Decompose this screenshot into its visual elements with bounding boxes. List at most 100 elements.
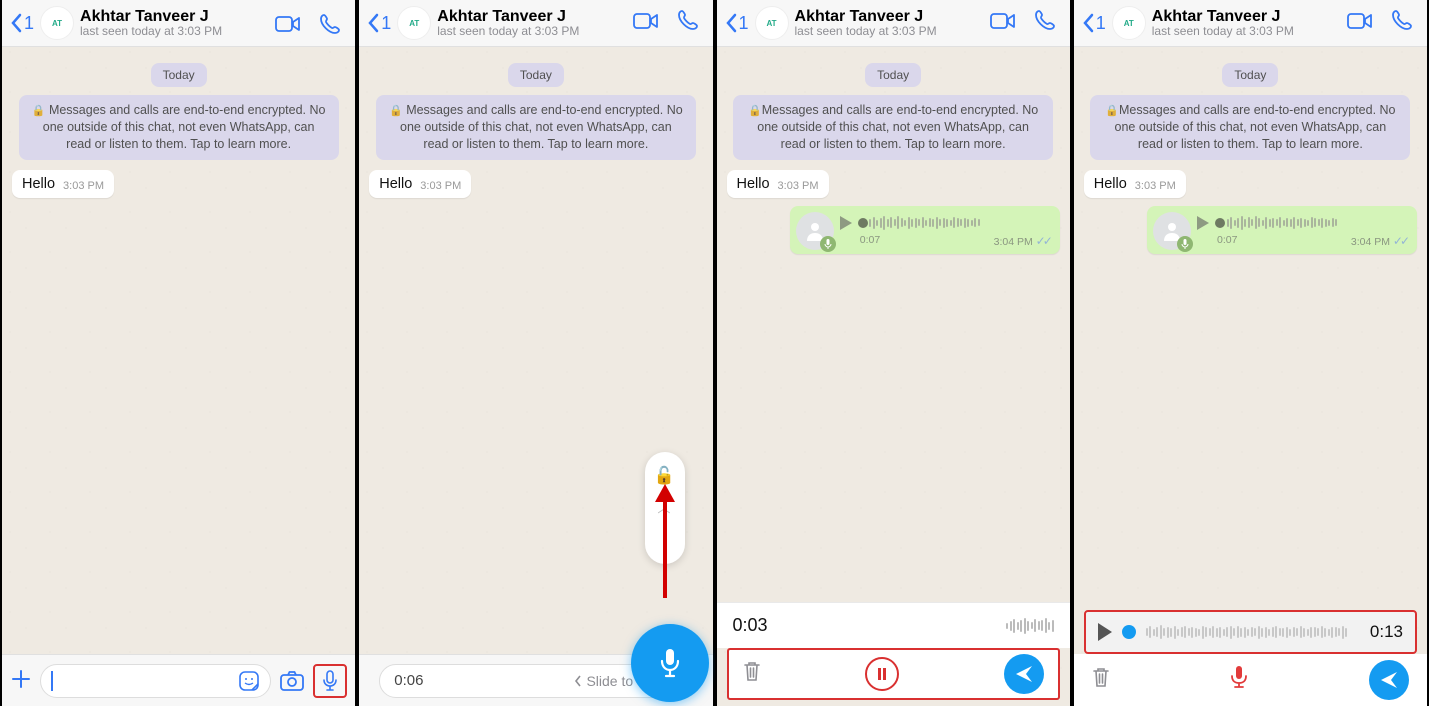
lock-icon: 🔒 — [32, 105, 46, 117]
contact-info[interactable]: Akhtar Tanveer J last seen today at 3:03… — [437, 8, 620, 39]
input-bar — [2, 654, 355, 706]
delete-button[interactable] — [743, 660, 761, 688]
date-pill: Today — [508, 63, 564, 87]
delivered-checks-icon: ✓✓ — [1393, 234, 1407, 248]
text-cursor — [51, 671, 53, 691]
chat-header: 1 AT Akhtar Tanveer Jlast seen today at … — [1074, 0, 1427, 47]
video-call-button[interactable] — [984, 10, 1022, 36]
live-waveform — [1006, 618, 1054, 634]
chat-header: 1 AT Akhtar Tanveer J last seen today at… — [359, 0, 712, 47]
contact-info[interactable]: Akhtar Tanveer J last seen today at 3:03… — [80, 8, 263, 39]
tutorial-arrow — [651, 480, 679, 600]
contact-avatar[interactable]: AT — [397, 6, 431, 40]
recording-bar: 0:06 Slide to cancel — [359, 654, 712, 706]
mic-badge-icon — [1177, 236, 1193, 252]
trash-icon — [1092, 666, 1110, 688]
lock-icon: 🔒 — [748, 105, 762, 117]
voice-call-button[interactable] — [671, 9, 705, 37]
mic-button-highlighted[interactable] — [313, 664, 347, 698]
outgoing-voice-message[interactable]: 0:07 3:04 PM ✓✓ — [790, 206, 1060, 254]
video-call-button[interactable] — [269, 10, 307, 36]
contact-avatar[interactable]: AT — [40, 6, 74, 40]
chat-area[interactable]: Today 🔒 Messages and calls are end-to-en… — [2, 47, 355, 654]
voice-call-button[interactable] — [1028, 9, 1062, 37]
back-button[interactable]: 1 — [1082, 13, 1106, 34]
voice-time: 3:04 PM — [994, 236, 1033, 248]
encryption-notice[interactable]: 🔒 Messages and calls are end-to-end encr… — [19, 95, 339, 160]
contact-info[interactable]: Akhtar Tanveer Jlast seen today at 3:03 … — [1152, 8, 1335, 39]
phone-icon — [319, 13, 341, 35]
recording-time: 0:06 — [394, 672, 423, 689]
incoming-message[interactable]: Hello3:03 PM — [727, 170, 829, 198]
progress-handle[interactable] — [1122, 625, 1136, 639]
outgoing-voice-message[interactable]: 0:07 3:04 PM ✓✓ — [1147, 206, 1417, 254]
chat-area[interactable]: Today 🔒 Messages and calls are end-to-en… — [359, 47, 712, 654]
attach-button[interactable] — [10, 665, 32, 697]
sticker-icon[interactable] — [238, 670, 260, 692]
send-icon — [1379, 670, 1399, 690]
encryption-notice[interactable]: 🔒 Messages and calls are end-to-end encr… — [376, 95, 696, 160]
encryption-notice[interactable]: 🔒Messages and calls are end-to-end encry… — [733, 95, 1053, 160]
video-call-button[interactable] — [1341, 10, 1379, 36]
chevron-left-icon — [10, 13, 22, 33]
message-input[interactable] — [40, 664, 271, 698]
waveform[interactable] — [858, 214, 1052, 232]
video-icon — [633, 12, 659, 30]
chevron-left-icon — [1082, 13, 1094, 33]
back-button[interactable]: 1 — [10, 13, 34, 34]
chat-area[interactable]: Today 🔒Messages and calls are end-to-end… — [717, 47, 1070, 602]
plus-icon — [10, 668, 32, 690]
sender-avatar — [1153, 212, 1191, 250]
resume-record-button[interactable] — [1230, 665, 1248, 695]
recording-mic-button[interactable] — [631, 624, 709, 702]
recording-controls-highlighted — [727, 648, 1060, 700]
play-icon[interactable] — [840, 216, 852, 230]
voice-review-player-highlighted: 0:13 — [1084, 610, 1417, 654]
waveform[interactable] — [1215, 214, 1409, 232]
back-button[interactable]: 1 — [725, 13, 749, 34]
send-button[interactable] — [1004, 654, 1044, 694]
review-waveform[interactable] — [1146, 625, 1360, 639]
play-button[interactable] — [1098, 623, 1112, 641]
camera-icon[interactable] — [279, 670, 305, 692]
sender-avatar — [796, 212, 834, 250]
delete-button[interactable] — [1092, 666, 1110, 694]
recording-time: 0:03 — [733, 615, 768, 636]
date-pill: Today — [151, 63, 207, 87]
date-pill: Today — [1222, 63, 1278, 87]
play-icon[interactable] — [1197, 216, 1209, 230]
voice-duration: 0:07 — [860, 234, 880, 248]
chat-header: 1 AT Akhtar Tanveer J last seen today at… — [2, 0, 355, 47]
lock-icon: 🔒 — [1105, 105, 1119, 117]
chevron-left-icon — [725, 13, 737, 33]
delivered-checks-icon: ✓✓ — [1036, 234, 1050, 248]
chevron-left-icon — [367, 13, 379, 33]
video-icon — [990, 12, 1016, 30]
phone-icon — [1034, 9, 1056, 31]
video-call-button[interactable] — [627, 10, 665, 36]
encryption-text: Messages and calls are end-to-end encryp… — [43, 103, 326, 151]
send-button[interactable] — [1369, 660, 1409, 700]
back-button[interactable]: 1 — [367, 13, 391, 34]
contact-status: last seen today at 3:03 PM — [80, 25, 263, 38]
voice-call-button[interactable] — [313, 10, 347, 36]
contact-info[interactable]: Akhtar Tanveer Jlast seen today at 3:03 … — [795, 8, 978, 39]
chevron-left-icon — [574, 675, 582, 687]
chat-area[interactable]: Today 🔒Messages and calls are end-to-end… — [1074, 47, 1427, 610]
contact-avatar[interactable]: AT — [755, 6, 789, 40]
mic-icon — [1230, 665, 1248, 689]
message-time: 3:03 PM — [63, 180, 104, 192]
incoming-message[interactable]: Hello 3:03 PM — [369, 170, 471, 198]
mic-icon — [658, 647, 682, 679]
trash-icon — [743, 660, 761, 682]
pause-button[interactable] — [865, 657, 899, 691]
message-text: Hello — [22, 176, 55, 192]
mic-badge-icon — [820, 236, 836, 252]
contact-avatar[interactable]: AT — [1112, 6, 1146, 40]
incoming-message[interactable]: Hello3:03 PM — [1084, 170, 1186, 198]
voice-call-button[interactable] — [1385, 9, 1419, 37]
incoming-message[interactable]: Hello 3:03 PM — [12, 170, 114, 198]
back-count: 1 — [24, 13, 34, 34]
encryption-notice[interactable]: 🔒Messages and calls are end-to-end encry… — [1090, 95, 1410, 160]
lock-icon: 🔒 — [389, 105, 403, 117]
